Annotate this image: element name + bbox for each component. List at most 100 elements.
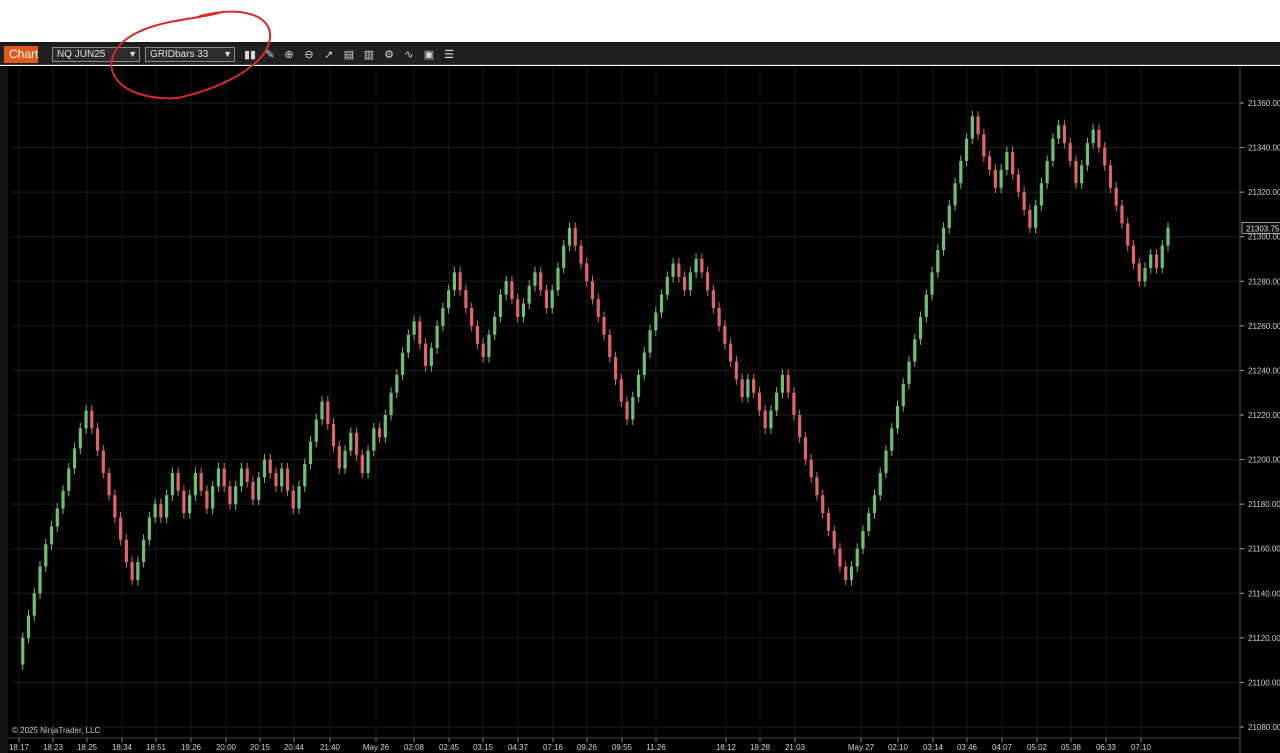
- candle-body: [815, 477, 819, 496]
- candle-body: [786, 374, 790, 393]
- candle-body: [918, 316, 923, 340]
- candle-body: [1039, 183, 1043, 206]
- zoom-in-icon[interactable]: ⊕: [281, 47, 297, 63]
- candle-body: [182, 490, 186, 514]
- x-tick-label: 04:07: [992, 743, 1013, 752]
- candle-body: [740, 379, 744, 398]
- candle-body: [775, 392, 779, 411]
- y-tick-label: 21320.00: [1248, 188, 1280, 197]
- candle-body: [901, 383, 905, 407]
- candle-body: [907, 361, 911, 384]
- y-tick-label: 21300.00: [1248, 233, 1280, 242]
- properties-icon[interactable]: ▤: [341, 47, 357, 63]
- x-tick-label: 18:17: [9, 743, 30, 752]
- candle-body: [682, 276, 687, 291]
- candle-body: [510, 281, 514, 300]
- candle-body: [61, 490, 65, 509]
- candle-body: [982, 134, 986, 157]
- candle-body: [487, 334, 491, 358]
- candle-body: [1108, 165, 1113, 188]
- candle-body: [493, 316, 497, 335]
- candle-body: [855, 548, 859, 567]
- candle-body: [418, 321, 422, 344]
- price-chart[interactable]: 21360.00 21340.00 21320.00 21300.00 21280.00…: [8, 66, 1280, 753]
- y-tick-label: 21120.00: [1248, 634, 1280, 643]
- candle-body: [550, 290, 554, 309]
- candle-body: [803, 437, 808, 460]
- left-panel-edge: [0, 66, 8, 753]
- candle-body: [360, 455, 364, 473]
- zoom-out-icon[interactable]: ⊖: [301, 47, 317, 63]
- candle-body: [1160, 245, 1164, 268]
- candle-body: [993, 169, 997, 188]
- candle-body: [504, 281, 508, 295]
- candle-body: [539, 272, 543, 291]
- candle-body: [326, 401, 330, 424]
- candle-body: [798, 415, 802, 438]
- candle-body: [78, 428, 82, 449]
- y-tick-label: 21240.00: [1248, 366, 1280, 375]
- candle-body: [124, 539, 128, 563]
- candle-body: [544, 290, 549, 309]
- candle-body: [608, 334, 612, 358]
- x-tick-label: 18:51: [146, 743, 167, 752]
- candle-body: [1091, 129, 1095, 144]
- candle-body: [291, 490, 295, 509]
- candle-body: [964, 138, 969, 161]
- y-tick-label: 21100.00: [1248, 678, 1280, 687]
- y-tick-label: 21260.00: [1248, 322, 1280, 331]
- pointer-icon[interactable]: ➚: [321, 47, 337, 63]
- candle-body: [303, 464, 307, 487]
- list-icon[interactable]: ☰: [441, 47, 457, 63]
- candle-body: [32, 593, 36, 616]
- chart-panel[interactable]: 21360.00 21340.00 21320.00 21300.00 21280.00…: [8, 66, 1280, 753]
- candle-body: [941, 227, 946, 251]
- candle-body: [999, 169, 1003, 188]
- candle-body: [308, 441, 313, 465]
- instrument-selector[interactable]: NQ JUN25 ▼: [52, 47, 140, 62]
- candle-body: [90, 410, 94, 429]
- candle-body: [1120, 205, 1124, 224]
- candle-body: [372, 428, 376, 451]
- candle-body: [84, 410, 88, 429]
- bars-icon[interactable]: ▮▮: [242, 47, 258, 63]
- candle-body: [861, 530, 865, 549]
- x-tick-label: 18:34: [112, 743, 133, 752]
- x-tick-label: 07:16: [543, 743, 564, 752]
- candle-body: [26, 615, 31, 638]
- candle-body: [383, 415, 387, 438]
- chart-toolbar: Chart NQ JUN25 ▼ GRIDbars 33 ▼ ▮▮ ✎ ⊕ ⊖ …: [0, 45, 1280, 65]
- candle-body: [780, 374, 785, 393]
- bar-type-selector[interactable]: GRIDbars 33 ▼: [145, 47, 235, 62]
- candle-body: [792, 392, 796, 415]
- x-tick-label: 20:15: [250, 743, 271, 752]
- candle-body: [746, 379, 750, 398]
- candle-body: [757, 392, 761, 411]
- candle-body: [1062, 125, 1067, 144]
- candle-body: [147, 517, 151, 540]
- candle-body: [400, 352, 405, 375]
- chart-tab[interactable]: Chart: [4, 46, 38, 63]
- candle-body: [959, 160, 963, 184]
- draw-pencil-icon[interactable]: ✎: [262, 47, 278, 63]
- candle-body: [1103, 147, 1107, 166]
- strategies-icon[interactable]: ⚙: [381, 47, 397, 63]
- candle-body: [274, 472, 278, 487]
- candle-body: [153, 504, 157, 518]
- candle-body: [659, 294, 664, 313]
- candle-body: [280, 468, 284, 487]
- candle-body: [349, 432, 353, 451]
- indicators-icon[interactable]: ∿: [401, 47, 417, 63]
- candle-body: [21, 637, 25, 665]
- x-tick-label: 05:38: [1061, 743, 1082, 752]
- data-box-icon[interactable]: ▥: [361, 47, 377, 63]
- candle-body: [395, 374, 399, 393]
- chevron-down-icon: ▼: [128, 49, 137, 59]
- templates-icon[interactable]: ▣: [421, 47, 437, 63]
- x-tick-label: 09:26: [577, 743, 598, 752]
- candle-body: [619, 379, 623, 402]
- candle-body: [470, 308, 474, 326]
- x-tick-label: 18:12: [716, 743, 737, 752]
- candle-body: [354, 432, 359, 456]
- candle-body: [677, 263, 681, 277]
